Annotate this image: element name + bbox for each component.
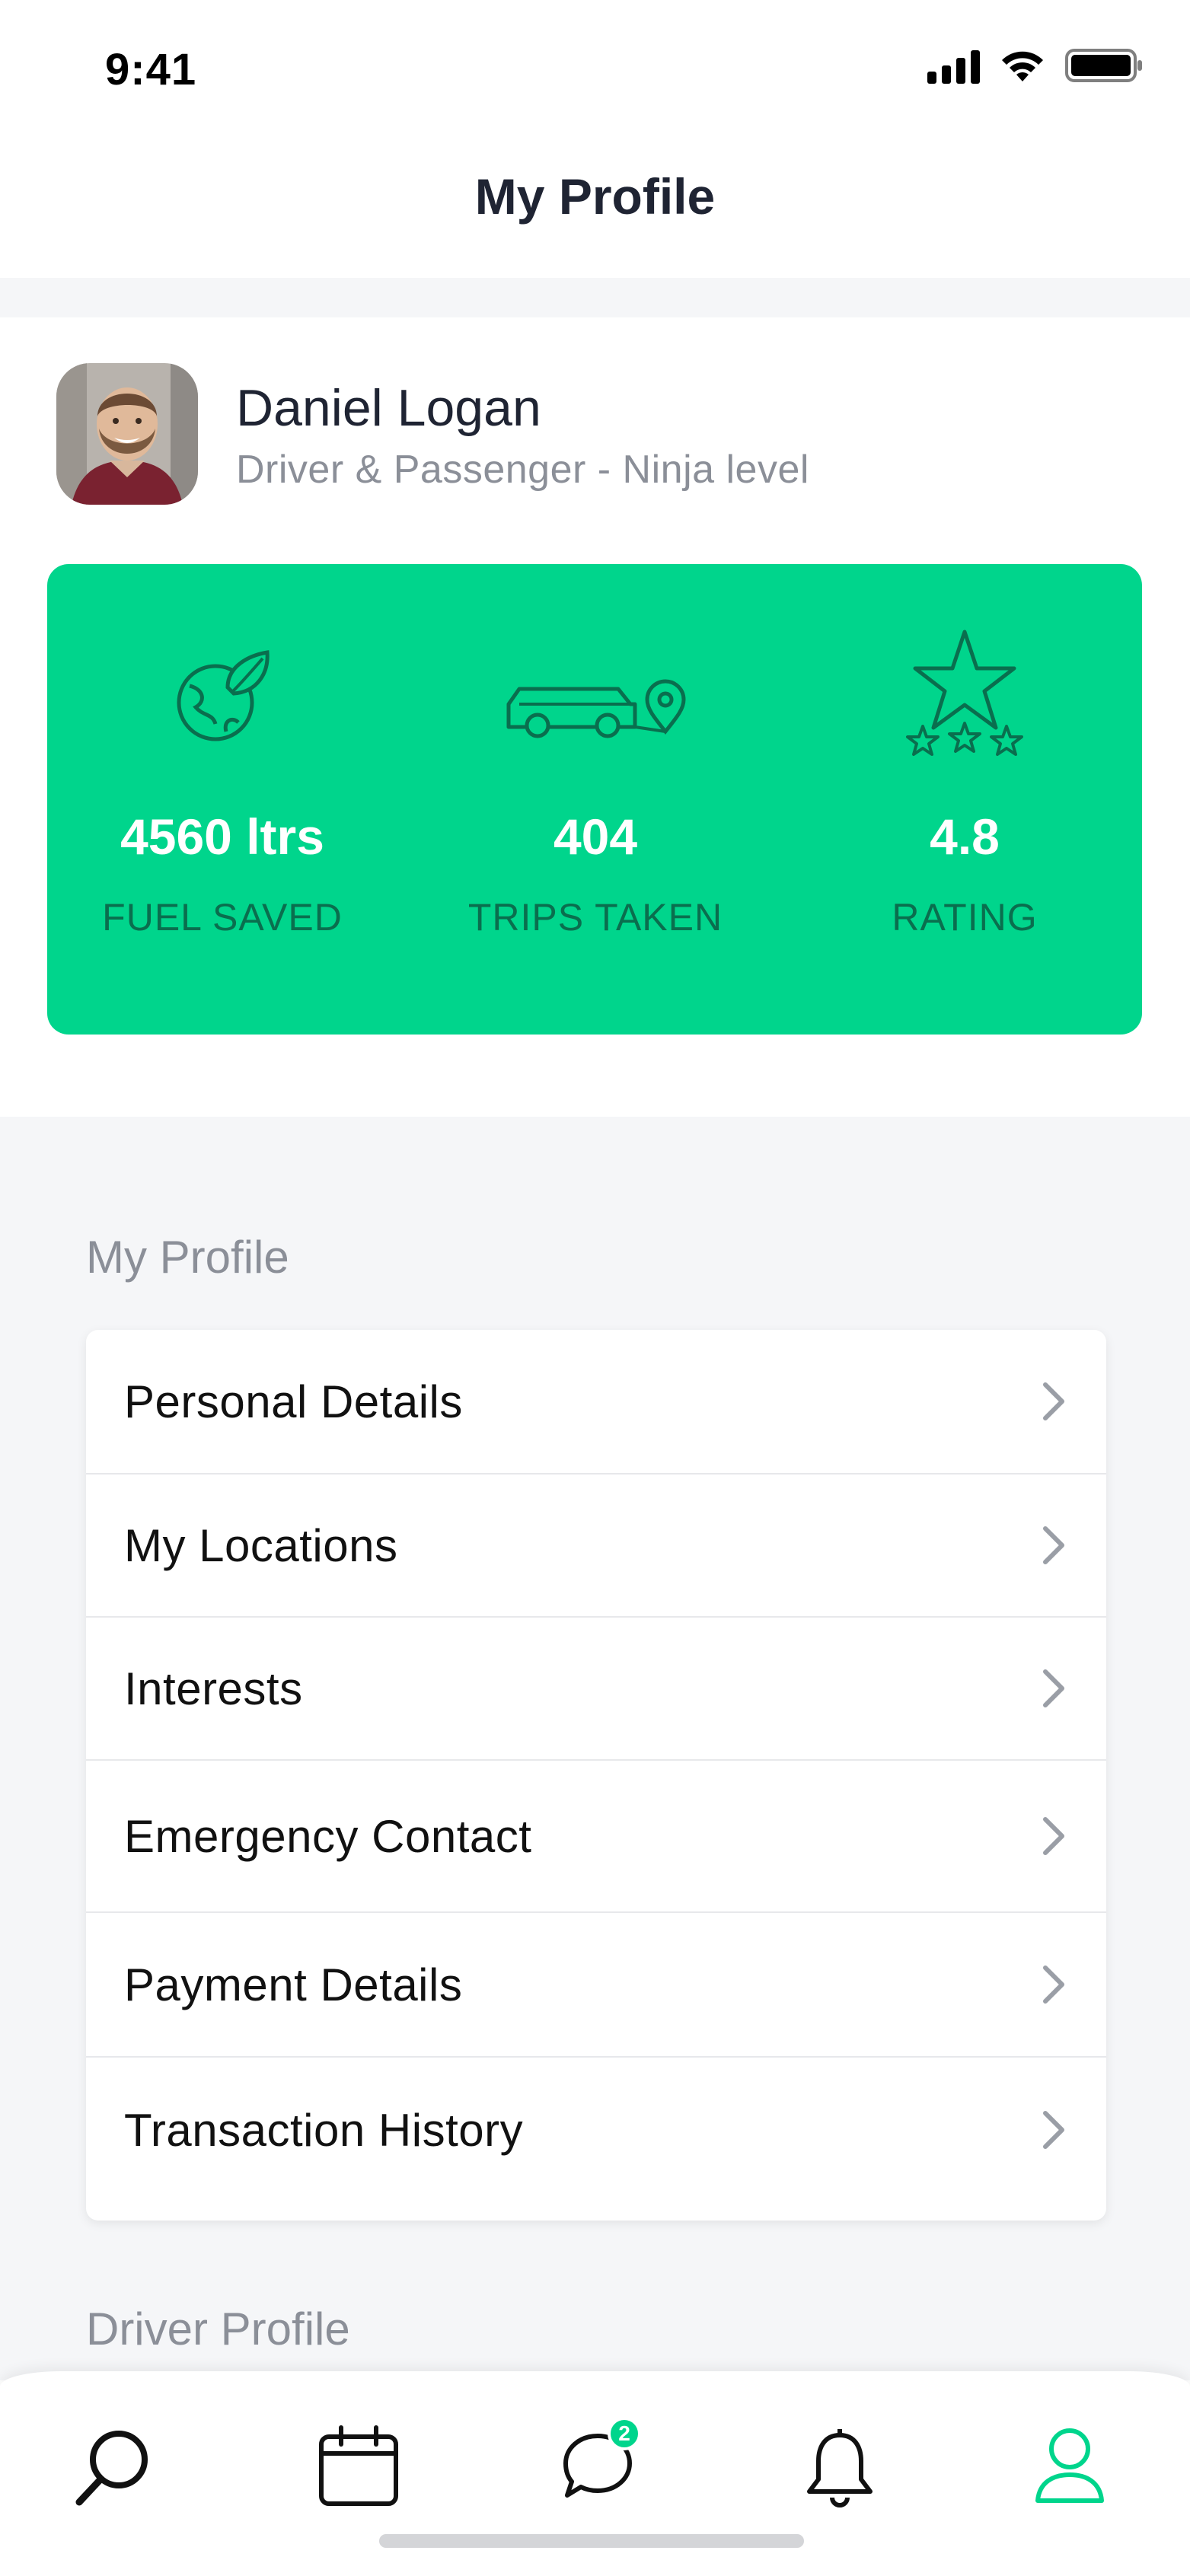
header: My Profile xyxy=(0,0,1190,278)
header-divider xyxy=(0,278,1190,317)
chevron-right-icon xyxy=(1043,1382,1064,1420)
stat-value: 4.8 xyxy=(930,808,1000,865)
home-indicator xyxy=(379,2534,804,2548)
leaf-globe-icon xyxy=(177,650,270,741)
section-title-my-profile: My Profile xyxy=(86,1232,289,1283)
menu-item-label: My Locations xyxy=(124,1519,398,1571)
chat-badge: 2 xyxy=(608,2417,641,2450)
menu-item-label: Payment Details xyxy=(124,1959,463,2010)
stat-label: FUEL SAVED xyxy=(102,896,343,939)
page-title: My Profile xyxy=(474,167,716,225)
nav-chat[interactable]: 2 xyxy=(548,2417,647,2516)
avatar[interactable] xyxy=(56,363,198,505)
calendar-icon xyxy=(319,2425,398,2506)
stat-value: 4560 ltrs xyxy=(120,808,324,865)
menu-item-label: Transaction History xyxy=(124,2104,524,2156)
nav-search[interactable] xyxy=(64,2417,163,2516)
menu-item-personal-details[interactable]: Personal Details xyxy=(86,1330,1106,1475)
bell-icon xyxy=(807,2429,873,2507)
profile-summary: Daniel Logan Driver & Passenger - Ninja … xyxy=(0,317,1190,1117)
stat-rating: 4.8 RATING xyxy=(790,564,1140,1035)
menu-item-label: Interests xyxy=(124,1663,303,1714)
my-profile-menu: Personal Details My Locations Interests … xyxy=(86,1330,1106,2221)
user-icon xyxy=(1035,2428,1104,2503)
menu-item-label: Personal Details xyxy=(124,1376,463,1427)
stat-value: 404 xyxy=(553,808,638,865)
nav-profile[interactable] xyxy=(1020,2417,1119,2516)
chevron-right-icon xyxy=(1043,1526,1064,1564)
user-role: Driver & Passenger - Ninja level xyxy=(236,448,809,492)
nav-notifications[interactable] xyxy=(790,2417,889,2516)
car-location-icon xyxy=(506,679,686,738)
chevron-right-icon xyxy=(1043,1817,1064,1855)
section-title-driver-profile: Driver Profile xyxy=(86,2303,350,2354)
chevron-right-icon xyxy=(1043,1669,1064,1707)
stat-trips-taken: 404 TRIPS TAKEN xyxy=(420,564,770,1035)
chevron-right-icon xyxy=(1043,1965,1064,2004)
stats-card: 4560 ltrs FUEL SAVED 404 TRIPS TAKEN 4.8… xyxy=(47,564,1142,1035)
avatar-photo xyxy=(56,363,198,505)
menu-area: My Profile Personal Details My Locations… xyxy=(0,1117,1190,2380)
user-name: Daniel Logan xyxy=(236,379,541,437)
chevron-right-icon xyxy=(1043,2111,1064,2149)
search-icon xyxy=(75,2431,148,2506)
stat-label: RATING xyxy=(892,896,1038,939)
menu-item-emergency-contact[interactable]: Emergency Contact xyxy=(86,1761,1106,1913)
star-rating-icon xyxy=(906,630,1023,756)
menu-item-payment-details[interactable]: Payment Details xyxy=(86,1913,1106,2058)
stat-label: TRIPS TAKEN xyxy=(467,896,723,939)
menu-item-interests[interactable]: Interests xyxy=(86,1618,1106,1761)
stat-fuel-saved: 4560 ltrs FUEL SAVED xyxy=(47,564,397,1035)
menu-item-transaction-history[interactable]: Transaction History xyxy=(86,2058,1106,2202)
menu-item-label: Emergency Contact xyxy=(124,1810,532,1862)
menu-item-my-locations[interactable]: My Locations xyxy=(86,1475,1106,1618)
nav-calendar[interactable] xyxy=(309,2417,408,2516)
